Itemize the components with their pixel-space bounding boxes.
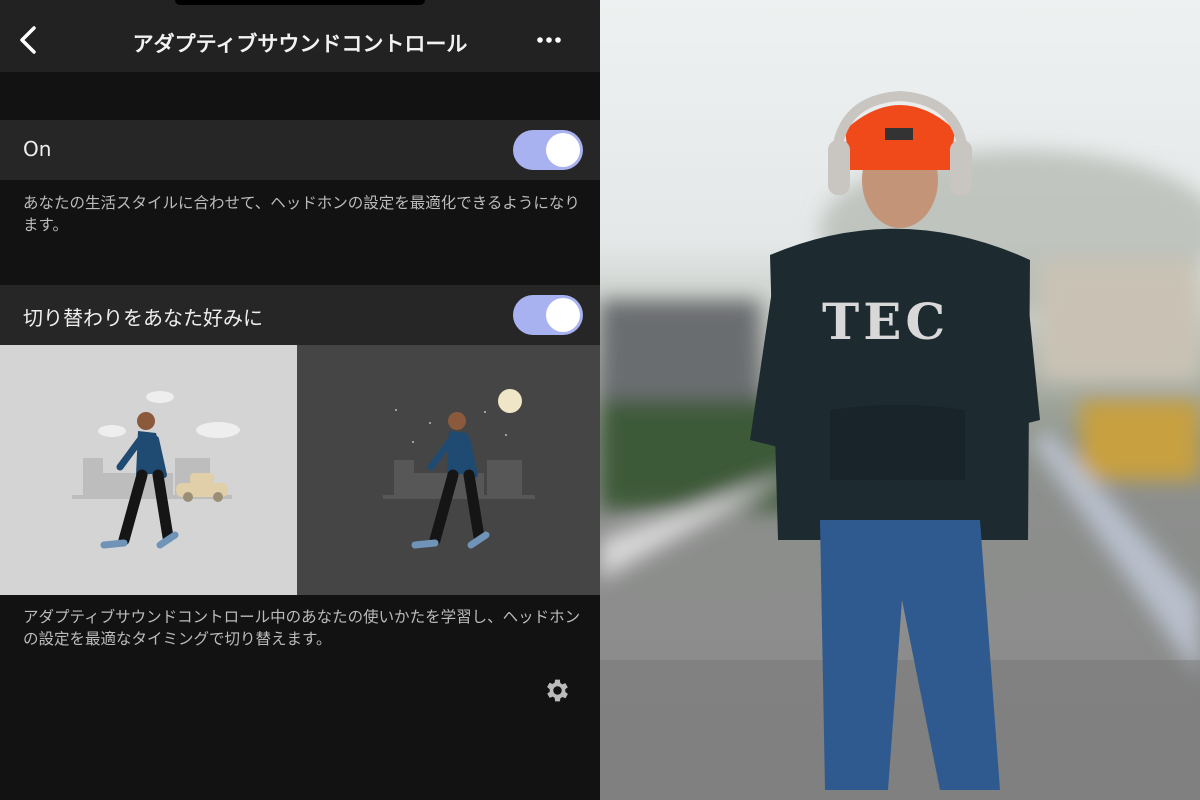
page-title: アダプティブサウンドコントロール bbox=[132, 32, 468, 56]
setting-label: On bbox=[23, 137, 52, 161]
more-horizontal-icon[interactable] bbox=[534, 30, 564, 50]
photo-scene bbox=[600, 90, 1200, 800]
app-screen: アダプティブサウンドコントロール On あなたの生活スタイルに合わせて、ヘッドホ… bbox=[0, 0, 600, 800]
night-walking-illustration bbox=[297, 345, 600, 595]
setting-description: アダプティブサウンドコントロール中のあなたの使いかたを学習し、ヘッドホンの設定を… bbox=[23, 608, 581, 648]
setting-label: 切り替わりをあなた好みに bbox=[23, 306, 263, 330]
hoodie-text: TEC bbox=[822, 292, 950, 351]
device-notch bbox=[175, 0, 425, 5]
setting-row-on: On bbox=[0, 120, 600, 180]
setting-row-personalize: 切り替わりをあなた好みに bbox=[0, 285, 600, 345]
headphone-user-photo: TEC bbox=[600, 0, 1200, 800]
nav-header: アダプティブサウンドコントロール bbox=[0, 0, 600, 72]
on-toggle[interactable] bbox=[513, 130, 583, 170]
setting-description: あなたの生活スタイルに合わせて、ヘッドホンの設定を最適化できるようになります。 bbox=[23, 194, 580, 234]
personalize-toggle[interactable] bbox=[513, 295, 583, 335]
day-walking-illustration bbox=[0, 345, 297, 595]
gear-icon[interactable] bbox=[543, 676, 572, 705]
